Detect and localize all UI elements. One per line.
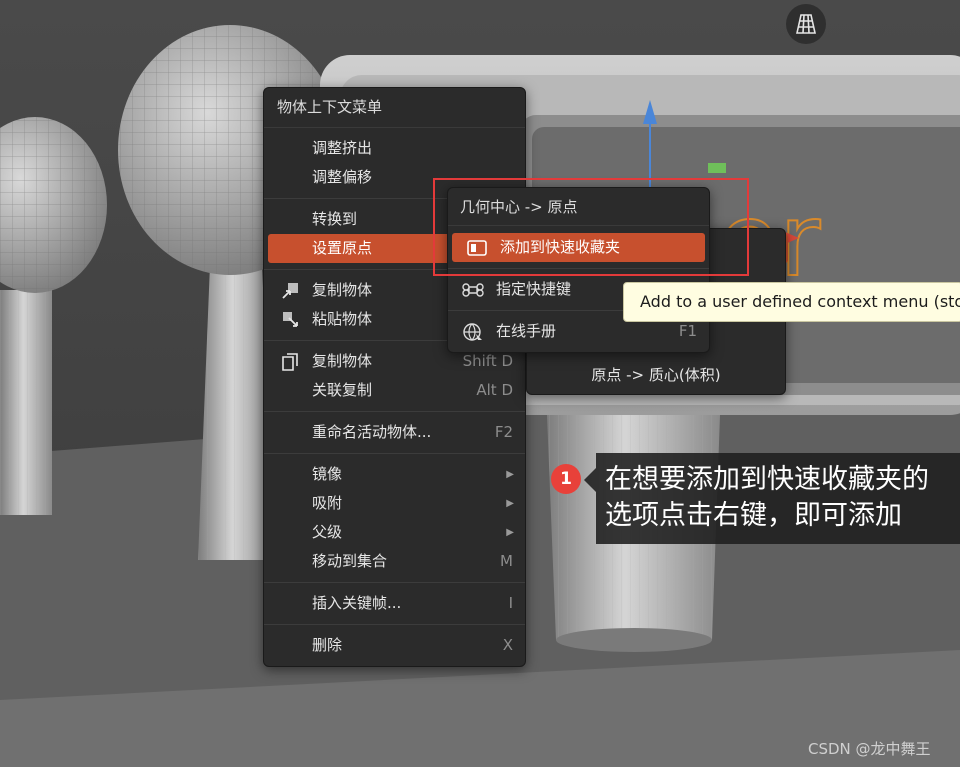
submenu-arrow-icon: ▶	[506, 527, 514, 538]
shortcut: Alt D	[476, 381, 513, 399]
menu-item-rename[interactable]: 重命名活动物体... F2	[264, 418, 525, 447]
menu-item-mirror[interactable]: 镜像 ▶	[264, 460, 525, 489]
duplicate-icon	[282, 353, 298, 371]
shortcut: F2	[494, 423, 513, 441]
menu-item-adjust-extrude[interactable]: 调整挤出	[264, 134, 525, 163]
watermark: CSDN @龙中舞王	[808, 740, 931, 758]
shortcut: M	[500, 552, 513, 570]
shortcut: I	[508, 594, 513, 612]
object-context-menu: 物体上下文菜单 调整挤出 调整偏移 转换到 设置原点 复制物体 粘贴物体 复制物…	[263, 87, 788, 667]
callout-line-1: 在想要添加到快速收藏夹的	[605, 464, 929, 495]
globe-help-icon	[463, 323, 482, 341]
menu-item-parent[interactable]: 父级 ▶	[264, 518, 525, 547]
menu-item-origin-to-center-of-mass[interactable]: 原点 -> 质心(体积)	[527, 364, 785, 385]
annotation-highlight-box	[433, 178, 749, 276]
callout-pointer	[584, 468, 596, 492]
copy-to-buffer-icon	[282, 283, 298, 299]
menu-item-linked-duplicate[interactable]: 关联复制 Alt D	[264, 376, 525, 405]
command-key-icon	[462, 283, 484, 297]
grid-view-button[interactable]	[786, 4, 826, 44]
paste-from-buffer-icon	[283, 312, 298, 327]
menu-title: 物体上下文菜单	[264, 88, 525, 128]
callout-line-2: 选项点击右键，即可添加	[605, 500, 902, 531]
perspective-grid-icon	[796, 14, 816, 34]
menu-item-delete[interactable]: 删除 X	[264, 631, 525, 660]
menu-item-snap[interactable]: 吸附 ▶	[264, 489, 525, 518]
tooltip: Add to a user defined context menu (sto	[623, 282, 960, 322]
menu-item-move-to-collection[interactable]: 移动到集合 M	[264, 547, 525, 576]
menu-item-insert-keyframe[interactable]: 插入关键帧... I	[264, 589, 525, 618]
submenu-arrow-icon: ▶	[506, 498, 514, 509]
shortcut: X	[502, 636, 513, 654]
step-badge: 1	[551, 464, 581, 494]
annotation-callout: 在想要添加到快速收藏夹的 选项点击右键，即可添加	[596, 453, 960, 544]
submenu-arrow-icon: ▶	[506, 469, 514, 480]
